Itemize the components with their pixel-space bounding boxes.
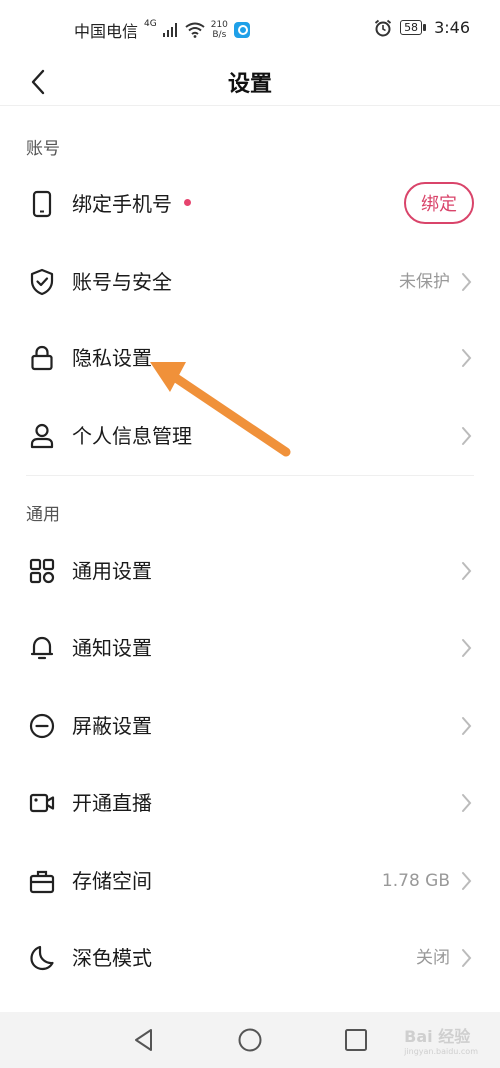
status-right: 58 3:46 bbox=[374, 18, 470, 37]
settings-item-label: 账号与安全 bbox=[72, 270, 172, 294]
section-divider bbox=[26, 475, 474, 476]
chevron-right-icon bbox=[462, 872, 472, 890]
nav-back-icon[interactable] bbox=[130, 1026, 158, 1054]
lock-icon bbox=[31, 345, 53, 371]
wifi-icon bbox=[185, 22, 205, 38]
clock: 3:46 bbox=[434, 18, 470, 37]
chevron-right-icon bbox=[462, 427, 472, 445]
settings-item-label: 深色模式 bbox=[72, 946, 152, 970]
settings-item-label: 通用设置 bbox=[72, 559, 152, 583]
network-speed: 210 B/s bbox=[210, 20, 228, 40]
video-camera-icon bbox=[29, 793, 55, 813]
settings-item-general[interactable]: 通用设置 bbox=[0, 535, 500, 607]
settings-item-label: 存储空间 bbox=[72, 869, 152, 893]
person-icon bbox=[30, 423, 54, 449]
bell-icon bbox=[30, 636, 54, 660]
bind-button[interactable]: 绑定 bbox=[404, 182, 474, 224]
signal-icon bbox=[162, 23, 177, 37]
app-header: 设置 bbox=[0, 58, 500, 106]
red-dot-badge bbox=[184, 199, 191, 206]
nav-home-icon[interactable] bbox=[236, 1026, 264, 1054]
settings-item-live[interactable]: 开通直播 bbox=[0, 767, 500, 839]
network-type: 4G bbox=[144, 19, 157, 29]
settings-item-personal-info[interactable]: 个人信息管理 bbox=[0, 400, 500, 472]
alarm-icon bbox=[374, 19, 392, 36]
section-label-account: 账号 bbox=[26, 139, 60, 159]
shield-check-icon bbox=[30, 268, 54, 296]
settings-item-storage[interactable]: 存储空间 1.78 GB bbox=[0, 845, 500, 917]
chevron-right-icon bbox=[462, 639, 472, 657]
settings-item-notification[interactable]: 通知设置 bbox=[0, 612, 500, 684]
app-notification-icon bbox=[233, 22, 250, 38]
settings-item-label: 屏蔽设置 bbox=[72, 714, 152, 738]
settings-item-value: 未保护 bbox=[399, 272, 450, 292]
status-bar: 中国电信 4G 210 B/s 58 3:46 bbox=[0, 0, 500, 58]
chevron-right-icon bbox=[462, 717, 472, 735]
system-nav-bar: Bai 经验 jingyan.baidu.com bbox=[0, 1012, 500, 1068]
settings-item-label: 个人信息管理 bbox=[72, 424, 192, 448]
settings-item-value: 关闭 bbox=[416, 948, 450, 968]
settings-item-label: 开通直播 bbox=[72, 791, 152, 815]
carrier-name: 中国电信 bbox=[74, 22, 139, 41]
settings-item-label: 隐私设置 bbox=[72, 346, 152, 370]
moon-icon bbox=[30, 945, 54, 971]
settings-item-dark-mode[interactable]: 深色模式 关闭 bbox=[0, 922, 500, 994]
settings-item-label: 通知设置 bbox=[72, 636, 152, 660]
phone-icon bbox=[32, 190, 52, 218]
minus-circle-icon bbox=[29, 713, 55, 739]
settings-item-value: 1.78 GB bbox=[381, 871, 450, 891]
settings-item-account-security[interactable]: 账号与安全 未保护 bbox=[0, 246, 500, 318]
chevron-right-icon bbox=[462, 273, 472, 291]
nav-recents-icon[interactable] bbox=[342, 1026, 370, 1054]
grid-icon bbox=[29, 558, 55, 584]
chevron-right-icon bbox=[462, 349, 472, 367]
page-title: 设置 bbox=[227, 72, 272, 97]
section-label-general: 通用 bbox=[26, 505, 60, 525]
watermark: Bai 经验 jingyan.baidu.com bbox=[404, 1027, 478, 1056]
chevron-right-icon bbox=[462, 794, 472, 812]
chevron-right-icon bbox=[462, 949, 472, 967]
status-left: 中国电信 4G 210 B/s bbox=[74, 18, 250, 42]
battery-icon: 58 bbox=[400, 20, 427, 35]
briefcase-icon bbox=[29, 870, 55, 894]
settings-item-block[interactable]: 屏蔽设置 bbox=[0, 690, 500, 762]
chevron-right-icon bbox=[462, 562, 472, 580]
settings-item-privacy[interactable]: 隐私设置 bbox=[0, 322, 500, 394]
settings-item-bind-phone[interactable]: 绑定手机号 绑定 bbox=[0, 168, 500, 240]
settings-item-label: 绑定手机号 bbox=[72, 192, 172, 216]
